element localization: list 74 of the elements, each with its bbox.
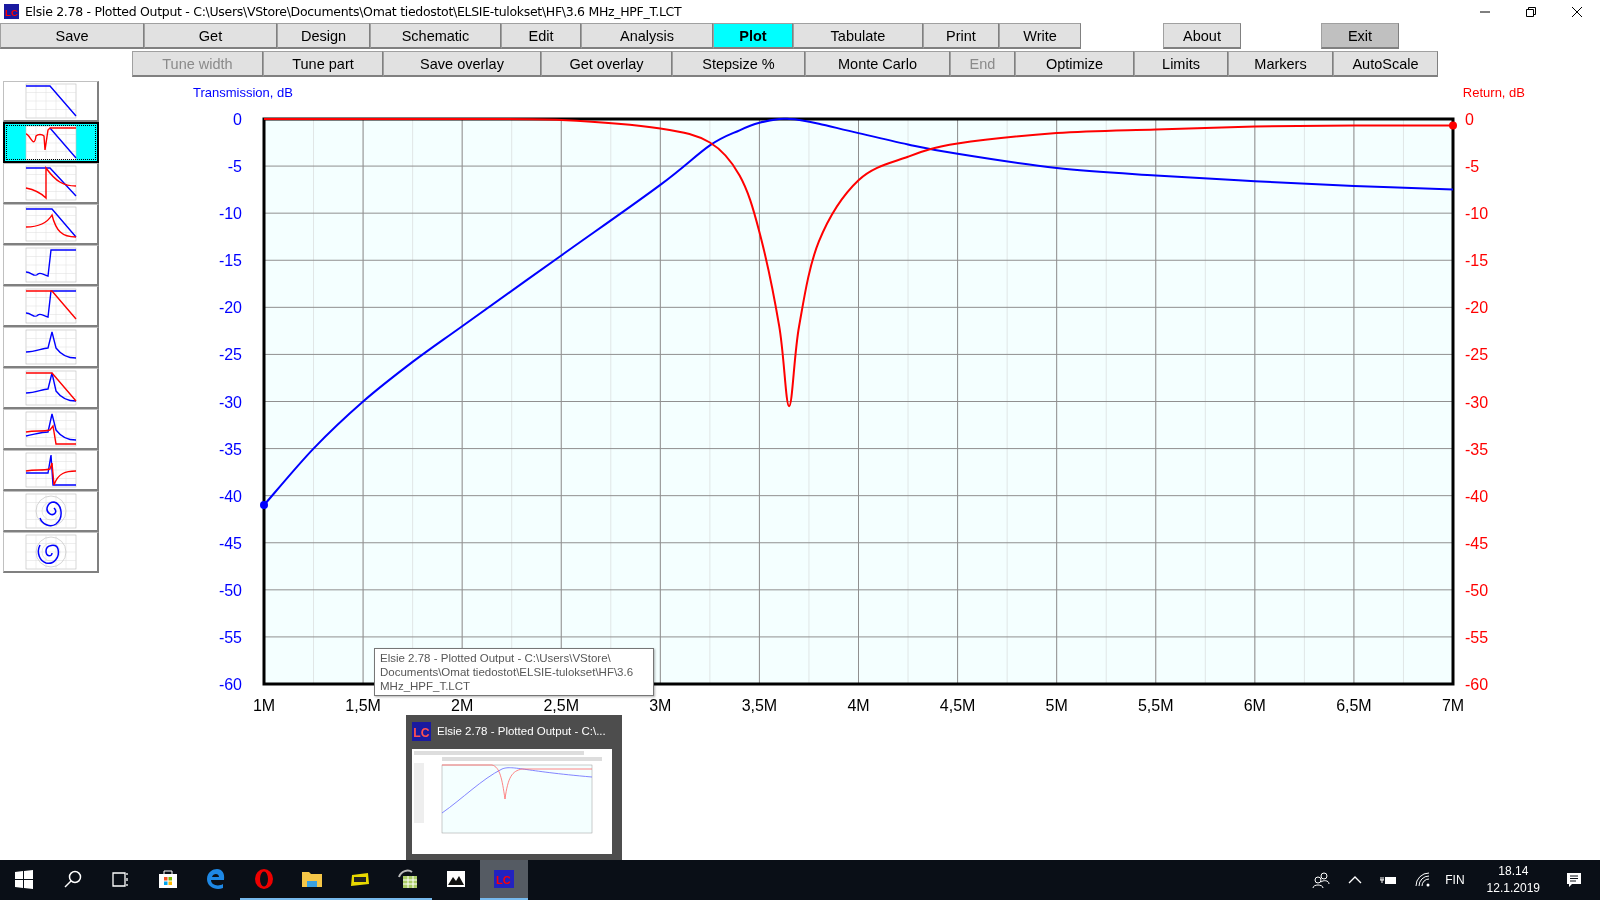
y-tick-label: -25 — [1465, 346, 1489, 364]
y-tick-label: -35 — [218, 440, 242, 458]
menu-button[interactable]: Print — [923, 23, 999, 49]
tool-button[interactable]: Markers — [1228, 51, 1333, 77]
y-tick-label: -50 — [1465, 581, 1489, 599]
plot-type-button[interactable] — [3, 122, 99, 163]
x-tick-label: 5M — [1045, 697, 1068, 714]
y-tick-label: -15 — [218, 252, 242, 270]
y-tick-label: -10 — [218, 205, 242, 223]
x-tick-label: 6,5M — [1336, 697, 1372, 714]
y-tick-label: -5 — [227, 158, 242, 176]
x-tick-label: 6M — [1243, 697, 1266, 714]
x-tick-label: 4M — [847, 697, 870, 714]
store-bag-icon — [156, 867, 180, 891]
x-tick-label: 1M — [252, 697, 276, 714]
menu-button[interactable]: Plot — [713, 23, 793, 49]
menu-button[interactable]: Design — [277, 23, 370, 49]
y-tick-label: -50 — [218, 581, 242, 599]
y-tick-label: 0 — [233, 111, 242, 128]
tooltip: Elsie 2.78 - Plotted Output - C:\Users\VStore\ Documents\Omat tiedostot\ELSIE-tulokset\HF\3.6 MHz_HPF_T.LCT — [374, 648, 654, 696]
app-logo-icon: LC — [492, 867, 516, 891]
axis-title: Transmission, dB — [193, 85, 293, 100]
tool-button[interactable]: Optimize — [1015, 51, 1134, 77]
menu-button[interactable]: Write — [999, 23, 1081, 49]
tool-button[interactable]: Get overlay — [541, 51, 672, 77]
app-logo-icon: LC — [4, 4, 19, 19]
y-tick-label: -20 — [218, 299, 242, 317]
menu-button[interactable]: About — [1163, 23, 1241, 49]
menu-button[interactable]: Schematic — [370, 23, 501, 49]
y-tick-label: -40 — [218, 487, 242, 505]
menu-button[interactable]: Analysis — [581, 23, 713, 49]
x-tick-label: 5,5M — [1137, 697, 1174, 714]
preview-title: Elsie 2.78 - Plotted Output - C:\... — [437, 725, 606, 737]
y-tick-label: -55 — [1465, 628, 1489, 646]
menu-button[interactable]: Save — [0, 23, 144, 49]
y-tick-label: -40 — [1465, 487, 1489, 505]
x-tick-label: 4,5M — [939, 697, 976, 714]
y-tick-label: 0 — [1465, 111, 1474, 128]
y-tick-label: -30 — [1465, 393, 1489, 411]
y-tick-label: -30 — [218, 393, 242, 411]
y-tick-label: -15 — [1465, 252, 1489, 270]
y-tick-label: -45 — [1465, 534, 1489, 552]
tool-button[interactable]: Limits — [1134, 51, 1228, 77]
y-tick-label: -55 — [218, 628, 242, 646]
tool-button[interactable]: Save overlay — [383, 51, 541, 77]
x-tick-label: 2M — [451, 697, 474, 714]
tool-button[interactable]: Monte Carlo — [805, 51, 950, 77]
tool-button[interactable]: Tune part — [263, 51, 383, 77]
window-title: Elsie 2.78 - Plotted Output - C:\Users\VStore\Documents\Omat tiedostot\ELSIE-tulokset\HF\3.6 MHz_HPF_T.LCT — [25, 4, 682, 19]
tool-button[interactable]: Stepsize % — [672, 51, 805, 77]
y-tick-label: -60 — [218, 676, 242, 693]
y-tick-label: -5 — [1465, 158, 1480, 176]
y-tick-label: -25 — [218, 346, 242, 364]
y-tick-label: -45 — [218, 534, 242, 552]
x-tick-label: 3,5M — [741, 697, 778, 714]
axis-title: Return, dB — [1462, 85, 1525, 100]
clock[interactable]: 18.14 12.1.2019 — [1486, 863, 1540, 897]
menu-button[interactable]: Edit — [501, 23, 581, 49]
x-tick-label: 1,5M — [345, 697, 381, 714]
y-tick-label: -35 — [1465, 440, 1489, 458]
input-language[interactable]: FIN — [1445, 873, 1465, 887]
x-tick-label: 2,5M — [543, 697, 580, 714]
menu-button[interactable]: Tabulate — [793, 23, 923, 49]
app-logo-icon: LC — [412, 721, 431, 741]
spreadsheet-icon — [396, 867, 420, 891]
y-tick-label: -20 — [1465, 299, 1489, 317]
menu-button[interactable]: Get — [144, 23, 277, 49]
y-tick-label: -60 — [1465, 676, 1489, 693]
x-tick-label: 3M — [649, 697, 672, 714]
x-tick-label: 7M — [1441, 697, 1465, 714]
menu-button[interactable]: Exit — [1321, 23, 1399, 49]
tool-button[interactable]: AutoScale — [1333, 51, 1438, 77]
ring-o-icon — [252, 867, 276, 891]
y-tick-label: -10 — [1465, 205, 1489, 223]
